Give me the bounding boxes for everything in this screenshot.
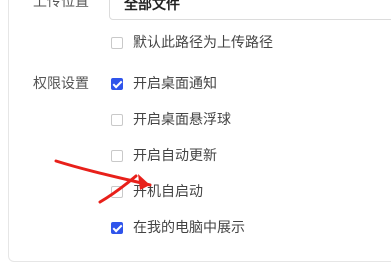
default-path-label: 默认此路径为上传路径 bbox=[133, 35, 273, 51]
upload-location-label: 上传位置 bbox=[33, 0, 89, 10]
option-floating-ball[interactable]: 开启桌面悬浮球 bbox=[111, 110, 231, 130]
upload-location-value: 全部文件 bbox=[124, 0, 180, 13]
permissions-label: 权限设置 bbox=[33, 76, 89, 92]
auto-update-checkbox[interactable] bbox=[111, 150, 123, 162]
upload-location-select[interactable]: 全部文件 bbox=[109, 0, 391, 20]
desktop-notification-checkbox[interactable] bbox=[111, 78, 123, 90]
option-auto-update[interactable]: 开启自动更新 bbox=[111, 146, 217, 166]
desktop-notification-label: 开启桌面通知 bbox=[133, 76, 217, 92]
show-in-my-computer-label: 在我的电脑中展示 bbox=[133, 220, 245, 236]
floating-ball-label: 开启桌面悬浮球 bbox=[133, 112, 231, 128]
option-show-in-my-computer[interactable]: 在我的电脑中展示 bbox=[111, 218, 245, 238]
launch-at-startup-checkbox[interactable] bbox=[111, 186, 123, 198]
auto-update-label: 开启自动更新 bbox=[133, 148, 217, 164]
option-desktop-notification[interactable]: 开启桌面通知 bbox=[111, 74, 217, 94]
floating-ball-checkbox[interactable] bbox=[111, 114, 123, 126]
option-launch-at-startup[interactable]: 开机自启动 bbox=[111, 182, 203, 202]
show-in-my-computer-checkbox[interactable] bbox=[111, 222, 123, 234]
default-path-option[interactable]: 默认此路径为上传路径 bbox=[111, 33, 273, 53]
default-path-checkbox[interactable] bbox=[111, 37, 123, 49]
launch-at-startup-label: 开机自启动 bbox=[133, 184, 203, 200]
